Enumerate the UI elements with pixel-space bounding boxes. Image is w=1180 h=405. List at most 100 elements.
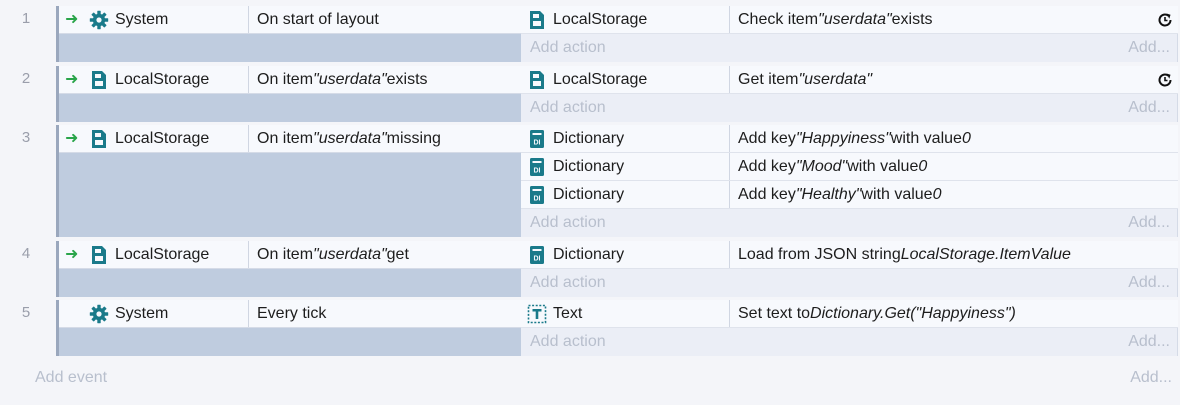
action-text: Set text to Dictionary.Get("Happyiness") [738,300,1016,327]
action-text-part: Add key [738,157,796,175]
event-number: 3 [21,129,31,146]
action-text: Get item "userdata" [738,66,872,93]
svg-text:DI: DI [534,255,541,262]
action-row[interactable]: LocalStorage Check item "userdata" exist… [521,6,1178,34]
condition-row[interactable]: ➜ LocalStorage On item "userdata" get [59,241,521,269]
divider [248,300,249,327]
add-more-link[interactable]: Add... [1128,214,1170,232]
add-action-link[interactable]: Add action [530,39,606,57]
add-action-row: Add action Add... [521,209,1178,237]
condition-row[interactable]: System Every tick [59,300,521,328]
action-text-part: with value [861,185,933,203]
add-action-link[interactable]: Add action [530,274,606,292]
divider [729,153,730,180]
localstorage-icon [89,129,109,149]
action-object: LocalStorage [527,6,727,33]
add-more-link[interactable]: Add... [1128,39,1170,57]
divider [729,66,730,93]
condition-text-param: "userdata" [313,129,387,147]
action-text-param: "userdata" [798,70,873,88]
condition-object-name: System [115,10,169,28]
conditions-panel[interactable]: ➜ LocalStorage On item "userdata" exists [56,66,521,122]
condition-text: Every tick [257,300,326,327]
action-text: Add key "Happyiness" with value 0 [738,125,971,152]
localstorage-icon [527,10,547,30]
add-action-row: Add action Add... [521,328,1178,356]
condition-text-part: On start of layout [257,10,379,28]
action-text: Load from JSON string LocalStorage.ItemV… [738,241,1071,268]
condition-object: LocalStorage [89,241,249,268]
event-block: 5 System Every tick Text Set text to Dic… [0,300,1180,356]
add-more-link[interactable]: Add... [1128,274,1170,292]
add-action-link[interactable]: Add action [530,99,606,117]
condition-row[interactable]: ➜ LocalStorage On item "userdata" exists [59,66,521,94]
event-block: 3 ➜ LocalStorage On item "userdata" miss… [0,125,1180,237]
condition-text-part: missing [386,129,441,147]
action-text: Check item "userdata" exists [738,6,933,33]
action-row[interactable]: DI Dictionary Add key "Mood" with value … [521,153,1178,181]
svg-text:DI: DI [534,195,541,202]
action-row[interactable]: DI Dictionary Add key "Happyiness" with … [521,125,1178,153]
action-text-param: 0 [918,157,928,175]
action-object-name: LocalStorage [553,10,648,28]
action-row[interactable]: LocalStorage Get item "userdata" [521,66,1178,94]
action-text-param: 0 [961,129,971,147]
conditions-panel[interactable]: ➜ System On start of layout [56,6,521,62]
action-object-name: Dictionary [553,245,625,263]
add-more-link[interactable]: Add... [1128,99,1170,117]
action-text-part: with value [890,129,962,147]
condition-object: LocalStorage [89,66,249,93]
action-text-param: Dictionary.Get("Happyiness") [810,304,1016,322]
action-row[interactable]: Text Set text to Dictionary.Get("Happyin… [521,300,1178,328]
add-more-link[interactable]: Add... [1130,369,1172,387]
conditions-panel[interactable]: ➜ LocalStorage On item "userdata" get [56,241,521,297]
condition-text: On item "userdata" get [257,241,409,268]
condition-row[interactable]: ➜ LocalStorage On item "userdata" missin… [59,125,521,153]
event-number: 5 [21,304,31,321]
condition-text-param: "userdata" [313,70,387,88]
action-object: LocalStorage [527,66,727,93]
add-action-row: Add action Add... [521,94,1178,122]
conditions-panel[interactable]: ➜ LocalStorage On item "userdata" missin… [56,125,521,237]
condition-text-part: get [386,245,409,263]
action-row[interactable]: DI Dictionary Add key "Healthy" with val… [521,181,1178,209]
add-event-link[interactable]: Add event [35,369,107,387]
dictionary-icon: DI [527,185,547,205]
event-block: 1 ➜ System On start of layout LocalStora… [0,6,1180,62]
condition-text: On item "userdata" missing [257,125,441,152]
add-action-row: Add action Add... [521,34,1178,62]
actions-panel: DI Dictionary Add key "Happyiness" with … [521,125,1178,237]
action-object: DI Dictionary [527,125,727,152]
dictionary-icon: DI [527,157,547,177]
action-text-param: "userdata" [818,10,892,28]
condition-text-part: On item [257,70,314,88]
localstorage-icon [89,245,109,265]
condition-text: On item "userdata" exists [257,66,428,93]
action-object-name: LocalStorage [553,70,648,88]
add-action-link[interactable]: Add action [530,214,606,232]
condition-object-name: System [115,304,169,322]
add-more-link[interactable]: Add... [1128,333,1170,351]
condition-object-name: LocalStorage [115,70,210,88]
condition-object: System [89,300,249,327]
action-row[interactable]: DI Dictionary Load from JSON string Loca… [521,241,1178,269]
action-text-part: Get item [738,70,799,88]
condition-object: System [89,6,249,33]
add-action-link[interactable]: Add action [530,333,606,351]
trigger-arrow-icon: ➜ [65,130,79,147]
condition-row[interactable]: ➜ System On start of layout [59,6,521,34]
action-text-param: "Healthy" [795,185,862,203]
divider [248,125,249,152]
event-number: 2 [21,70,31,87]
localstorage-icon [527,70,547,90]
dictionary-icon: DI [527,129,547,149]
event-sheet: 1 ➜ System On start of layout LocalStora… [0,0,1180,405]
divider [729,241,730,268]
text-object-icon [527,304,547,324]
condition-text-part: On item [257,245,314,263]
condition-object: LocalStorage [89,125,249,152]
action-text-param: "Mood" [795,157,848,175]
condition-object-name: LocalStorage [115,245,210,263]
conditions-panel[interactable]: System Every tick [56,300,521,356]
trigger-arrow-icon: ➜ [65,246,79,263]
